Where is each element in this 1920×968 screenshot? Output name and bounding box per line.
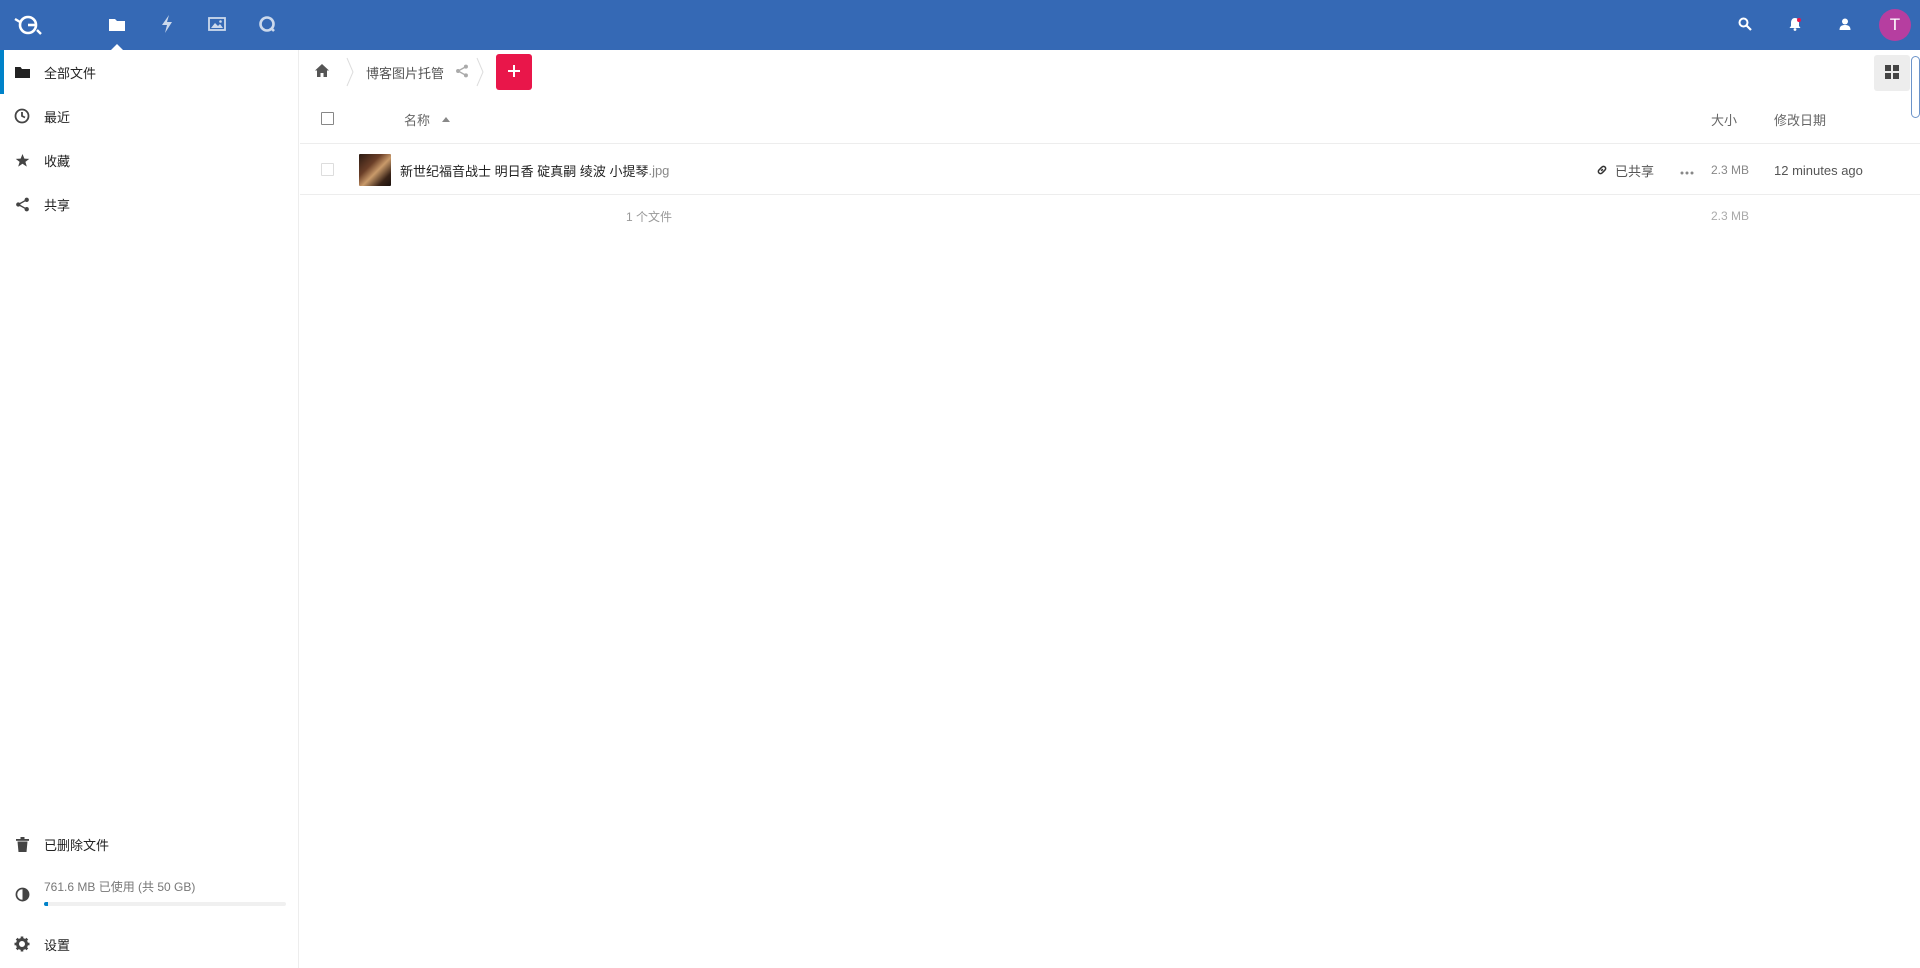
talk-app-button[interactable] <box>242 0 292 50</box>
sidebar-item-label: 已删除文件 <box>44 837 110 853</box>
home-icon <box>315 64 329 80</box>
breadcrumb-home[interactable] <box>300 50 344 94</box>
user-avatar[interactable]: T <box>1879 9 1911 41</box>
top-header: T <box>0 0 1920 50</box>
sidebar-item-favorites[interactable]: 收藏 <box>0 138 298 182</box>
sidebar-item-label: 全部文件 <box>44 65 97 81</box>
notifications-button[interactable] <box>1770 0 1820 50</box>
sort-ascending-icon <box>442 116 451 122</box>
shared-button[interactable]: 已共享 <box>1596 145 1654 195</box>
quota-info: 761.6 MB 已使用 (共 50 GB) <box>44 878 286 906</box>
sidebar-item-all-files[interactable]: 全部文件 <box>0 50 298 94</box>
sidebar-item-label: 设置 <box>44 937 71 953</box>
grid-view-toggle[interactable] <box>1874 55 1910 91</box>
row-checkbox[interactable] <box>321 163 334 176</box>
size-column-header[interactable]: 大小 <box>1711 94 1737 144</box>
contacts-icon <box>1838 17 1852 34</box>
sidebar-item-label: 共享 <box>44 197 71 213</box>
file-thumbnail[interactable] <box>359 154 391 186</box>
breadcrumb-folder[interactable]: 博客图片托管 <box>356 50 454 94</box>
summary-count: 1 个文件 <box>626 209 673 224</box>
more-actions-button[interactable] <box>1672 145 1702 195</box>
file-name[interactable]: 新世纪福音战士 明日香 碇真嗣 绫波 小提琴 .jpg <box>400 145 669 195</box>
quota-bar-fill <box>44 902 48 906</box>
sidebar-item-deleted-files[interactable]: 已删除文件 <box>0 822 299 866</box>
star-icon <box>14 152 30 168</box>
select-all-checkbox[interactable] <box>321 112 334 125</box>
name-header-label: 名称 <box>404 112 431 128</box>
sidebar-item-recent[interactable]: 最近 <box>0 94 298 138</box>
storage-quota[interactable]: 761.6 MB 已使用 (共 50 GB) <box>0 866 299 922</box>
activity-app-button[interactable] <box>142 0 192 50</box>
file-size: 2.3 MB <box>1710 163 1749 177</box>
file-list-summary: 1 个文件 2.3 MB <box>300 196 1920 236</box>
nextcloud-logo-icon[interactable] <box>10 9 46 41</box>
summary-size: 2.3 MB <box>1710 209 1749 223</box>
clock-icon <box>14 108 30 124</box>
app-content: 博客图片托管 名称 大小 修改日期 新世纪福音战士 明日香 碇真嗣 绫波 小提琴… <box>300 50 1920 968</box>
share-icon <box>455 64 469 81</box>
image-icon <box>208 16 226 35</box>
file-basename: 新世纪福音战士 明日香 碇真嗣 绫波 小提琴 <box>400 163 649 179</box>
app-navigation: 全部文件 最近 收藏 共享 已删除文件 761.6 MB 已使用 (共 50 G… <box>0 50 299 968</box>
link-icon <box>1596 164 1608 176</box>
header-right: T <box>1720 0 1920 50</box>
modified-column-header[interactable]: 修改日期 <box>1774 94 1826 144</box>
folder-icon <box>14 64 30 80</box>
folder-icon <box>108 16 126 35</box>
talk-icon <box>258 15 276 36</box>
sidebar-item-label: 收藏 <box>44 153 71 169</box>
sidebar-item-settings[interactable]: 设置 <box>0 922 299 966</box>
share-folder-button[interactable] <box>450 50 474 94</box>
grid-icon <box>1885 64 1899 82</box>
quota-bar <box>44 902 286 906</box>
gallery-app-button[interactable] <box>192 0 242 50</box>
trash-icon <box>14 836 30 852</box>
more-icon <box>1680 163 1694 178</box>
files-controls: 博客图片托管 <box>300 50 1920 118</box>
sidebar-item-label: 最近 <box>44 109 71 125</box>
quota-pie-icon <box>14 886 30 902</box>
gear-icon <box>14 936 30 952</box>
search-icon <box>1738 17 1752 34</box>
file-list-header: 名称 大小 修改日期 <box>300 94 1920 144</box>
app-menu <box>92 0 292 50</box>
file-modified: 12 minutes ago <box>1774 162 1863 178</box>
contacts-button[interactable] <box>1820 0 1870 50</box>
bell-icon <box>1788 17 1802 34</box>
share-icon <box>14 196 30 212</box>
search-button[interactable] <box>1720 0 1770 50</box>
lightning-icon <box>160 14 174 36</box>
breadcrumb-separator <box>344 50 356 94</box>
plus-icon <box>508 64 521 80</box>
quota-text: 761.6 MB 已使用 (共 50 GB) <box>44 880 196 894</box>
breadcrumb-separator <box>474 50 486 94</box>
sidebar-item-shares[interactable]: 共享 <box>0 182 298 226</box>
new-file-button[interactable] <box>496 54 533 90</box>
files-app-button[interactable] <box>92 0 142 50</box>
file-extension: .jpg <box>648 162 670 178</box>
table-row[interactable]: 新世纪福音战士 明日香 碇真嗣 绫波 小提琴 .jpg 已共享 2.3 MB 12… <box>300 145 1920 195</box>
shared-label: 已共享 <box>1615 163 1655 179</box>
sidebar-bottom: 已删除文件 761.6 MB 已使用 (共 50 GB) 设置 <box>0 822 299 968</box>
name-column-header[interactable]: 名称 <box>404 94 451 144</box>
